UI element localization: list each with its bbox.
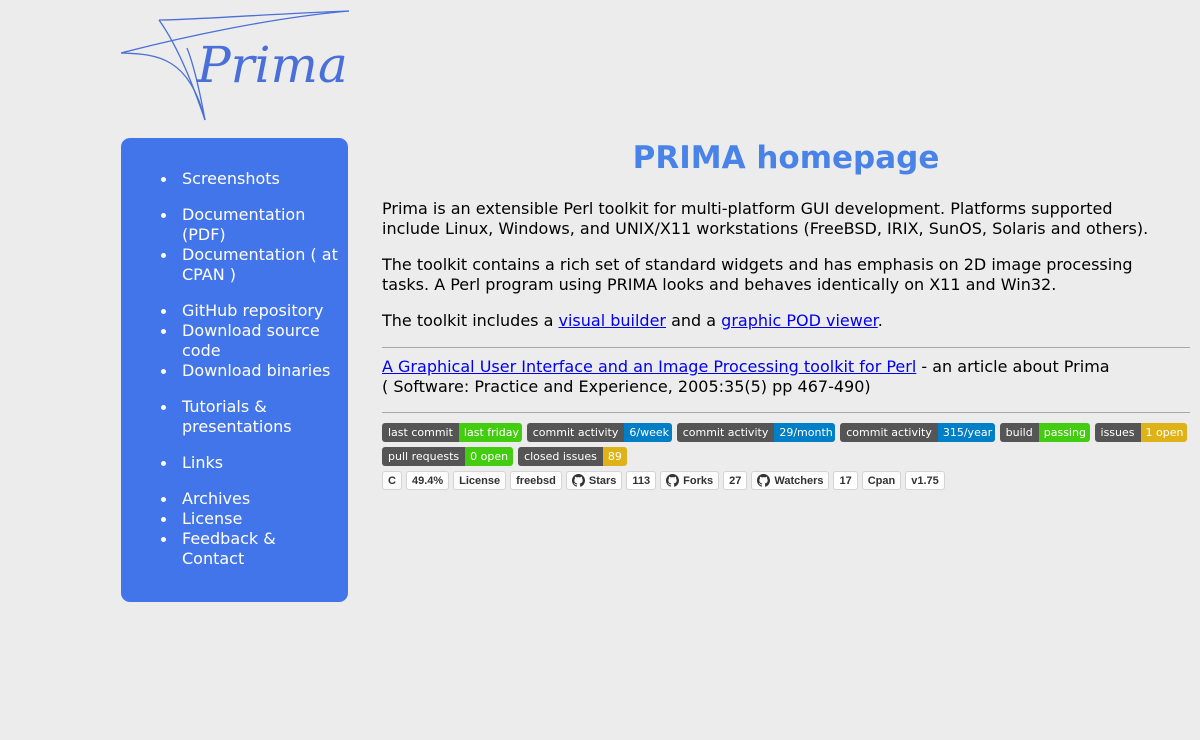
stars-label: Stars: [588, 474, 617, 487]
badge-value: last friday: [458, 423, 522, 442]
badge-row-3: C 49.4% License freebsd Stars 113 Forks …: [382, 471, 1192, 490]
sidebar-item-github[interactable]: GitHub repository: [161, 301, 342, 321]
prima-logo: Prima: [119, 8, 351, 124]
badge-label: issues: [1094, 423, 1141, 442]
stars-count[interactable]: 113: [626, 471, 657, 490]
sidebar-link-license[interactable]: License: [182, 509, 242, 528]
sidebar-link-screenshots[interactable]: Screenshots: [182, 169, 280, 188]
forks-count[interactable]: 27: [723, 471, 748, 490]
divider-top: [382, 347, 1190, 348]
page-title: PRIMA homepage: [632, 140, 940, 176]
badge-issues[interactable]: issues 1 open: [1094, 423, 1188, 442]
badge-commit-activity-year[interactable]: commit activity 315/year: [840, 423, 995, 442]
sidebar-item-archives[interactable]: Archives: [161, 489, 342, 509]
pod-viewer-link[interactable]: graphic POD viewer: [721, 311, 878, 330]
toolkit-includes: The toolkit includes a visual builder an…: [382, 311, 1172, 331]
license-value: freebsd: [510, 471, 562, 490]
sidebar-item-download-source[interactable]: Download source code: [161, 321, 342, 361]
watchers-label: Watchers: [774, 474, 824, 487]
badge-last-commit[interactable]: last commit last friday: [382, 423, 522, 442]
github-icon: [757, 474, 771, 487]
sidebar-nav: Screenshots Documentation (PDF) Document…: [121, 138, 348, 602]
sidebar-item-links[interactable]: Links: [161, 453, 342, 473]
badge-build[interactable]: build passing: [999, 423, 1090, 442]
sidebar-item-license[interactable]: License: [161, 509, 342, 529]
license-badge[interactable]: License: [453, 471, 507, 490]
language-percent: 49.4%: [405, 471, 450, 490]
includes-mid: and a: [666, 311, 722, 330]
stars-button[interactable]: Stars: [565, 471, 623, 490]
sidebar-item-feedback[interactable]: Feedback & Contact: [161, 529, 342, 569]
badge-label: last commit: [382, 423, 459, 442]
sidebar-item-documentation-cpan[interactable]: Documentation ( at CPAN ): [161, 245, 342, 285]
badge-row-2: pull requests 0 open closed issues 89: [382, 447, 1192, 466]
sidebar-item-screenshots[interactable]: Screenshots: [161, 169, 342, 189]
badge-value: 315/year: [937, 423, 995, 442]
sidebar-item-documentation-pdf[interactable]: Documentation (PDF): [161, 205, 342, 245]
includes-prefix: The toolkit includes a: [382, 311, 559, 330]
badge-value: passing: [1038, 423, 1090, 442]
github-icon: [666, 474, 680, 487]
badge-row-1: last commit last friday commit activity 6/…: [382, 423, 1192, 442]
visual-builder-link[interactable]: visual builder: [559, 311, 667, 330]
badge-label: commit activity: [840, 423, 938, 442]
sidebar-link-tutorials[interactable]: Tutorials & presentations: [182, 397, 292, 436]
badge-value: 1 open: [1140, 423, 1188, 442]
badge-label: pull requests: [382, 447, 466, 466]
sidebar-link-feedback[interactable]: Feedback & Contact: [182, 529, 276, 568]
article-reference: A Graphical User Interface and an Image …: [382, 357, 1172, 397]
badge-closed-issues[interactable]: closed issues 89: [518, 447, 627, 466]
sidebar-link-documentation-cpan[interactable]: Documentation ( at CPAN ): [182, 245, 338, 284]
sidebar-link-documentation-pdf[interactable]: Documentation (PDF): [182, 205, 305, 244]
sidebar-link-links[interactable]: Links: [182, 453, 223, 472]
svg-text:Prima: Prima: [196, 36, 348, 94]
watchers-count[interactable]: 17: [833, 471, 858, 490]
badge-pull-requests[interactable]: pull requests 0 open: [382, 447, 514, 466]
badge-label: build: [999, 423, 1039, 442]
badge-commit-activity-week[interactable]: commit activity 6/week: [526, 423, 672, 442]
github-icon: [571, 474, 585, 487]
forks-label: Forks: [683, 474, 714, 487]
badge-label: commit activity: [676, 423, 775, 442]
language-badge[interactable]: C: [382, 471, 402, 490]
sidebar-link-archives[interactable]: Archives: [182, 489, 250, 508]
badge-value: 0 open: [465, 447, 514, 466]
badge-value: 89: [602, 447, 627, 466]
article-suffix: - an article about Prima: [916, 357, 1110, 376]
prima-logo-graphic: Prima: [120, 10, 350, 121]
badges-section: last commit last friday commit activity 6/…: [382, 423, 1192, 490]
cpan-version: v1.75: [905, 471, 945, 490]
intro-paragraph: Prima is an extensible Perl toolkit for …: [382, 199, 1149, 238]
sidebar-item-download-binaries[interactable]: Download binaries: [161, 361, 342, 381]
includes-suffix: .: [877, 311, 883, 330]
badge-label: closed issues: [518, 447, 603, 466]
sidebar-item-tutorials[interactable]: Tutorials & presentations: [161, 397, 342, 437]
badge-label: commit activity: [526, 423, 625, 442]
badge-value: 6/week: [624, 423, 672, 442]
cpan-badge[interactable]: Cpan: [861, 471, 902, 490]
watchers-button[interactable]: Watchers: [751, 471, 830, 490]
sidebar-link-download-source[interactable]: Download source code: [182, 321, 320, 360]
divider-bottom: [382, 412, 1190, 413]
article-citation: ( Software: Practice and Experience, 200…: [382, 377, 871, 396]
sidebar-link-download-binaries[interactable]: Download binaries: [182, 361, 330, 380]
badge-value: 29/month: [774, 423, 836, 442]
article-link[interactable]: A Graphical User Interface and an Image …: [382, 357, 916, 376]
sidebar-link-github[interactable]: GitHub repository: [182, 301, 323, 320]
forks-button[interactable]: Forks: [660, 471, 720, 490]
toolkit-description: The toolkit contains a rich set of stand…: [382, 255, 1133, 294]
badge-commit-activity-month[interactable]: commit activity 29/month: [676, 423, 836, 442]
